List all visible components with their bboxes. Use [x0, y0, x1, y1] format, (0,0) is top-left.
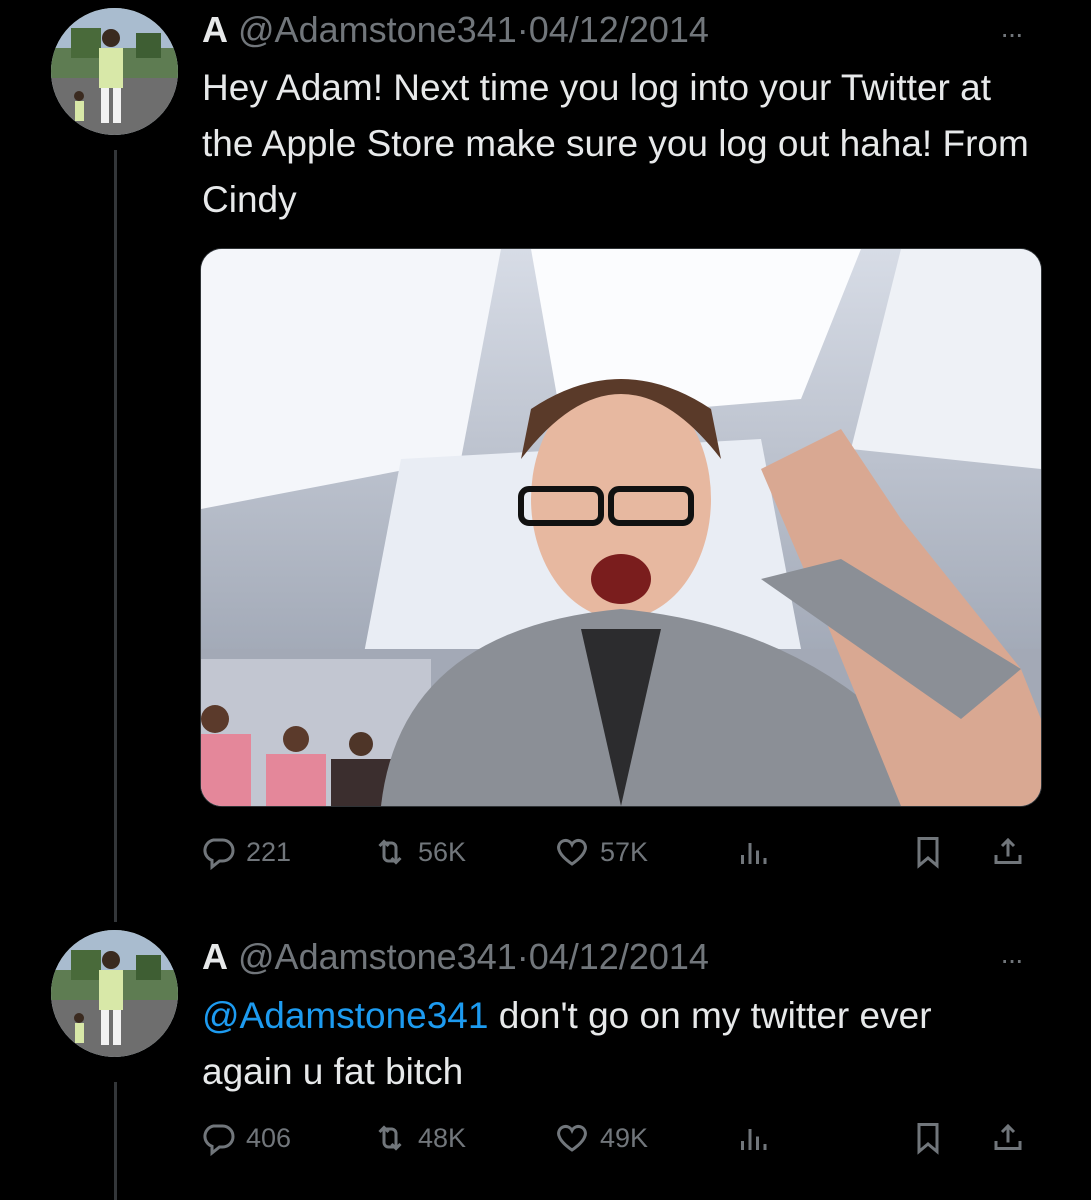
reply-icon: [203, 1124, 235, 1156]
thread-line-continuation: [114, 1082, 117, 1200]
heart-icon: [557, 838, 587, 866]
views-button[interactable]: [735, 1116, 771, 1160]
tweet-date[interactable]: 04/12/2014: [529, 9, 709, 50]
more-options-icon[interactable]: ···: [1000, 946, 1040, 974]
thread-line: [114, 150, 117, 922]
retweet-count: 56K: [418, 836, 467, 867]
separator: ·: [516, 9, 529, 50]
reply-icon: [203, 838, 235, 870]
author-handle[interactable]: @Adamstone341: [238, 9, 517, 50]
bookmark-button[interactable]: [910, 1116, 946, 1160]
retweet-icon: [378, 839, 402, 865]
tweet-actions: 221 56K 57K: [200, 830, 1040, 874]
bookmark-button[interactable]: [910, 830, 946, 874]
separator: ·: [516, 936, 529, 977]
views-icon: [741, 843, 767, 864]
tweet-header: A @Adamstone341·04/12/2014: [202, 8, 709, 52]
avatar-photo: [51, 8, 178, 135]
author-name[interactable]: A: [202, 9, 228, 50]
share-icon: [994, 1123, 1022, 1150]
tweet-media[interactable]: [200, 248, 1042, 807]
reply-button[interactable]: 406: [200, 1116, 291, 1160]
retweet-button[interactable]: 56K: [372, 830, 466, 874]
bookmark-icon: [917, 837, 939, 869]
tweet-text: @Adamstone341 don't go on my twitter eve…: [202, 988, 1032, 1100]
media-photo: [201, 249, 1041, 806]
mention-link[interactable]: @Adamstone341: [202, 995, 488, 1036]
like-button[interactable]: 49K: [554, 1116, 648, 1160]
more-options-icon[interactable]: ···: [1000, 20, 1040, 48]
views-icon: [741, 1129, 767, 1150]
avatar[interactable]: [51, 8, 178, 135]
views-button[interactable]: [735, 830, 771, 874]
like-button[interactable]: 57K: [554, 830, 648, 874]
tweet-actions: 406 48K 49K: [200, 1116, 1040, 1160]
heart-icon: [557, 1124, 587, 1152]
retweet-count: 48K: [418, 1122, 467, 1153]
share-button[interactable]: [990, 830, 1026, 874]
avatar-photo: [51, 930, 178, 1057]
retweet-icon: [378, 1125, 402, 1151]
tweet-text: Hey Adam! Next time you log into your Tw…: [202, 67, 1029, 220]
share-button[interactable]: [990, 1116, 1026, 1160]
bookmark-icon: [917, 1123, 939, 1155]
reply-count: 406: [246, 1122, 292, 1153]
author-handle[interactable]: @Adamstone341: [238, 936, 517, 977]
author-name[interactable]: A: [202, 936, 228, 977]
avatar[interactable]: [51, 930, 178, 1057]
tweet-header: A @Adamstone341·04/12/2014: [202, 935, 709, 979]
like-count: 49K: [600, 1122, 649, 1153]
retweet-button[interactable]: 48K: [372, 1116, 466, 1160]
reply-button[interactable]: 221: [200, 830, 291, 874]
like-count: 57K: [600, 836, 649, 867]
share-icon: [994, 837, 1022, 864]
tweet-date[interactable]: 04/12/2014: [529, 936, 709, 977]
reply-count: 221: [246, 836, 292, 867]
